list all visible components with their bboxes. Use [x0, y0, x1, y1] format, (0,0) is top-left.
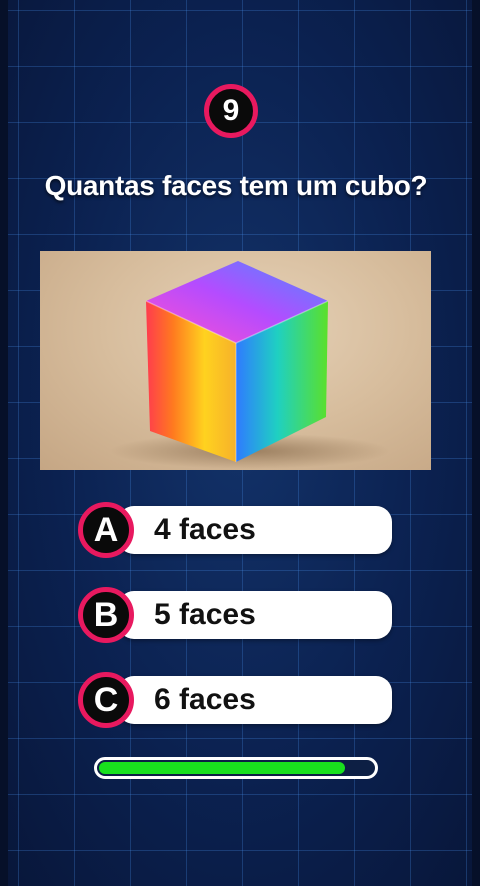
option-a-letter-badge: A: [78, 502, 134, 558]
timer-progress-fill: [99, 762, 346, 774]
option-c-letter-badge: C: [78, 672, 134, 728]
option-c[interactable]: C 6 faces: [78, 672, 392, 728]
option-b-label: 5 faces: [154, 598, 256, 631]
right-edge-bar: [472, 0, 480, 886]
question-image: [40, 251, 431, 470]
option-a-label: 4 faces: [154, 513, 256, 546]
left-edge-bar: [0, 0, 8, 886]
rainbow-cube-illustration: [110, 261, 390, 469]
option-b[interactable]: B 5 faces: [78, 587, 392, 643]
option-a[interactable]: A 4 faces: [78, 502, 392, 558]
timer-progress-bar: [94, 757, 378, 779]
question-number-badge: 9: [204, 84, 258, 138]
question-text: Quantas faces tem um cubo?: [44, 170, 428, 201]
option-c-label: 6 faces: [154, 683, 256, 716]
option-b-letter-badge: B: [78, 587, 134, 643]
